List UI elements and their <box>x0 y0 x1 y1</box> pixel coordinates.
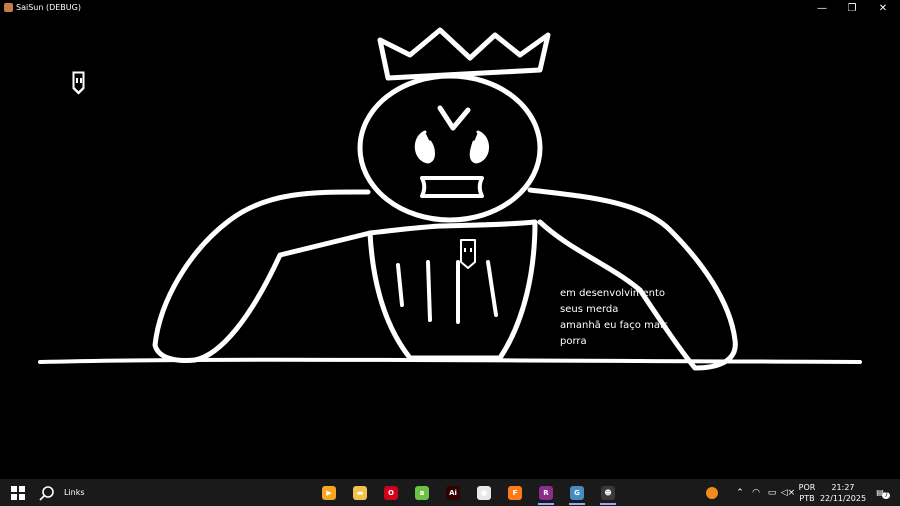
search-label[interactable]: Links <box>64 479 104 506</box>
godot-icon: G <box>570 485 584 500</box>
taskbar-app-illustrator[interactable]: Ai <box>439 479 467 506</box>
illustrator-icon: Ai <box>446 485 460 500</box>
opera-icon: O <box>384 485 398 500</box>
notification-count: 7 <box>882 492 891 499</box>
search-button[interactable] <box>36 479 58 506</box>
chest-badge-icon <box>460 239 476 269</box>
network-icon[interactable]: ◠ <box>749 479 763 506</box>
taskbar-app-file-explorer[interactable]: ▬ <box>346 479 374 506</box>
minimize-button[interactable]: — <box>808 0 836 16</box>
chrome-icon: ● <box>477 485 491 500</box>
dialog-line-2: seus merda <box>560 304 619 315</box>
clock[interactable]: 21:27 22/11/2025 <box>820 479 866 506</box>
left-eye-drawing <box>414 130 435 164</box>
keyboard-layout: PTB <box>799 493 815 503</box>
npc-dialog: em desenvolvimento seus merda amanhã eu … <box>560 286 668 350</box>
crown-drawing <box>377 27 551 81</box>
taskbar-app-chrome[interactable]: ● <box>470 479 498 506</box>
windows-logo-icon <box>11 485 25 500</box>
fl-studio-icon: F <box>508 485 522 500</box>
taskbar-app-fl-studio[interactable]: F <box>501 479 529 506</box>
aseprite-like-icon: a <box>415 485 429 500</box>
tray-app-icon[interactable] <box>700 479 724 506</box>
search-icon <box>39 485 54 501</box>
volume-icon[interactable]: ◁× <box>781 479 795 506</box>
language-indicator[interactable]: POR PTB <box>796 479 818 506</box>
dialog-line-1: em desenvolvimento <box>560 288 666 299</box>
notifications-button[interactable]: ▤ 7 <box>870 479 891 506</box>
tray-chevron-icon[interactable]: ⌃ <box>733 479 747 506</box>
ground-line <box>38 357 862 364</box>
torso-drawing <box>367 219 538 361</box>
dialog-line-4: porra <box>560 336 587 347</box>
language-code: POR <box>798 482 816 492</box>
taskbar-app-godot[interactable]: G <box>563 479 591 506</box>
taskbar-app-winrar[interactable]: R <box>532 479 560 506</box>
clock-date: 22/11/2025 <box>819 493 867 503</box>
taskbar-app-media-player[interactable]: ▶ <box>315 479 343 506</box>
taskbar-app-game-window[interactable]: ☻ <box>594 479 622 506</box>
running-indicator <box>569 503 585 505</box>
eyebrow-drawing <box>437 105 471 131</box>
game-window-icon: ☻ <box>601 485 615 500</box>
restore-button[interactable]: ❐ <box>838 0 866 16</box>
mouth-drawing <box>420 176 484 198</box>
battery-icon[interactable]: ▭ <box>765 479 779 506</box>
scene-drawing <box>38 27 862 371</box>
torso-stripes-drawing <box>396 260 498 324</box>
taskbar-app-opera[interactable]: O <box>377 479 405 506</box>
game-viewport[interactable]: em desenvolvimento seus merda amanhã eu … <box>0 16 900 479</box>
notification-icon: ▤ 7 <box>876 488 891 499</box>
running-indicator <box>538 503 554 505</box>
taskbar: Links ▶ ▬ Oa Ai ● F R G ☻ ⌃ ◠ ▭ ◁× POR PTB 21:27… <box>0 479 900 506</box>
right-eye-drawing <box>469 130 489 164</box>
window-titlebar: SaiSun (DEBUG) — ❐ ✕ <box>0 0 900 16</box>
head-drawing <box>357 73 543 223</box>
running-indicator <box>600 503 616 505</box>
taskbar-app-aseprite-like[interactable]: a <box>408 479 436 506</box>
shield-life-icon <box>72 71 85 95</box>
file-explorer-icon: ▬ <box>353 485 367 500</box>
clock-time: 21:27 <box>831 482 855 492</box>
game-app-icon <box>4 3 13 12</box>
winrar-icon: R <box>539 485 553 500</box>
dialog-line-3: amanhã eu faço mais <box>560 320 668 331</box>
window-title: SaiSun (DEBUG) <box>16 3 81 12</box>
media-player-icon: ▶ <box>322 485 336 500</box>
close-button[interactable]: ✕ <box>869 0 897 16</box>
windows-start-button[interactable] <box>4 479 32 506</box>
